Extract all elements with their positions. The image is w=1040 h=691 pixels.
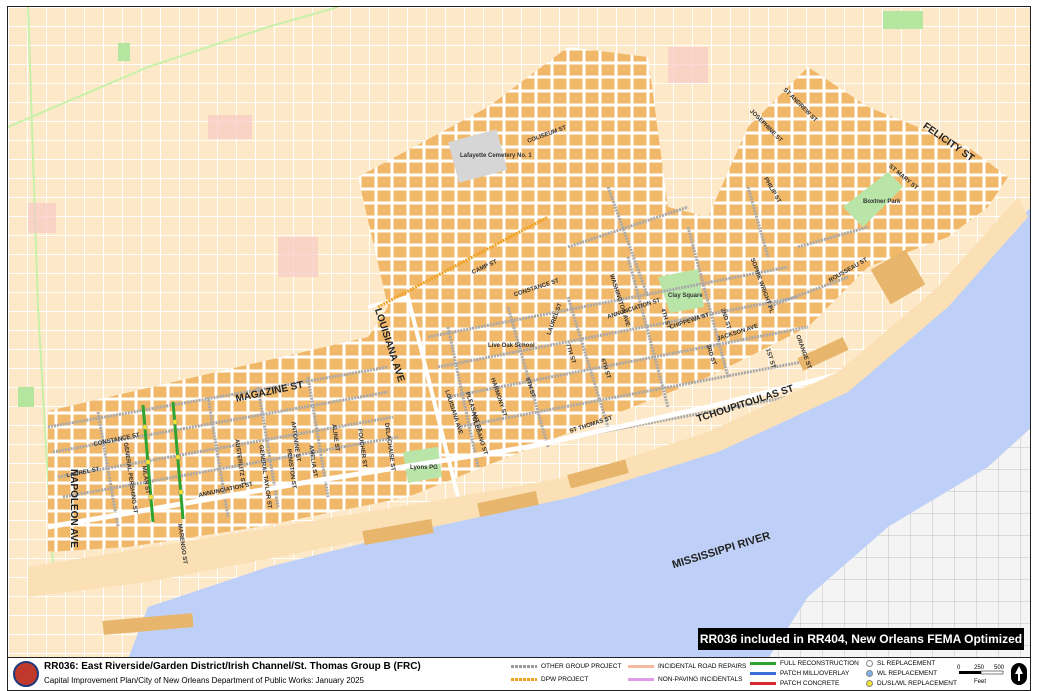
scale-label-500: 500 — [994, 665, 1005, 671]
legend-swatch — [628, 678, 654, 681]
legend-dot — [866, 680, 873, 687]
scale-label-250: 250 — [974, 665, 985, 671]
legend-dot — [866, 660, 873, 667]
legend-swatch — [511, 665, 537, 668]
legend-dot — [866, 670, 873, 677]
boxtner-park-label: Boxtner Park — [863, 199, 901, 205]
legend-item: NON-PAVING INCIDENTALS — [628, 676, 743, 683]
scale-label-0: 0 — [957, 665, 961, 671]
lyons-pg-label: Lyons PG — [410, 465, 438, 471]
legend-swatch — [750, 672, 776, 675]
legend-item: FULL RECONSTRUCTION — [750, 660, 859, 667]
cemetery-label: Lafayette Cemetery No. 1 — [460, 153, 532, 159]
map-panel: MISSISSIPPI RIVER MAGAZINE ST LOUISIANA … — [7, 6, 1031, 658]
park-patch — [118, 43, 130, 61]
live-oak-label: Live Oak School — [488, 343, 535, 349]
park-patch — [18, 387, 34, 407]
footer-title: RR036: East Riverside/Garden District/Ir… — [44, 661, 421, 672]
group-banner: RR036 included in RR404, New Orleans FEM… — [698, 628, 1024, 657]
legend-item: DPW PROJECT — [511, 676, 588, 683]
map-canvas: MISSISSIPPI RIVER MAGAZINE ST LOUISIANA … — [8, 7, 1030, 657]
map-sheet: MISSISSIPPI RIVER MAGAZINE ST LOUISIANA … — [0, 0, 1040, 691]
north-arrow-icon — [1011, 663, 1027, 685]
clay-square-label: Clay Square — [668, 293, 703, 299]
footer-subtitle: Capital Improvement Plan/City of New Orl… — [44, 676, 364, 685]
pink-area — [208, 115, 252, 139]
legend-item: INCIDENTAL ROAD REPAIRS — [628, 663, 746, 670]
legend-item: OTHER GROUP PROJECT — [511, 663, 621, 670]
legend-item: PATCH CONCRETE — [750, 680, 839, 687]
legend-swatch — [628, 665, 654, 668]
napoleon-ave-label: NAPOLEON AVE — [68, 469, 79, 548]
legend-item: WL REPLACEMENT — [866, 670, 937, 677]
legend-item: PATCH MILL/OVERLAY — [750, 670, 849, 677]
legend-footer: RR036: East Riverside/Garden District/Ir… — [7, 658, 1031, 691]
park-patch — [883, 11, 923, 29]
legend-item: SL REPLACEMENT — [866, 660, 935, 667]
pink-area — [668, 47, 708, 83]
pink-area — [278, 237, 318, 277]
scale-bar-graphic: 0 250 500 Feet — [957, 665, 1005, 685]
scale-unit: Feet — [974, 679, 986, 685]
pink-area — [28, 203, 56, 233]
legend-swatch — [750, 662, 776, 665]
legend-swatch — [750, 682, 776, 685]
legend-item: DL/SL/WL REPLACEMENT — [866, 680, 957, 687]
city-seal-logo — [13, 661, 39, 687]
scale-bar: 0 250 500 Feet — [956, 662, 1006, 686]
legend-swatch — [511, 678, 537, 681]
